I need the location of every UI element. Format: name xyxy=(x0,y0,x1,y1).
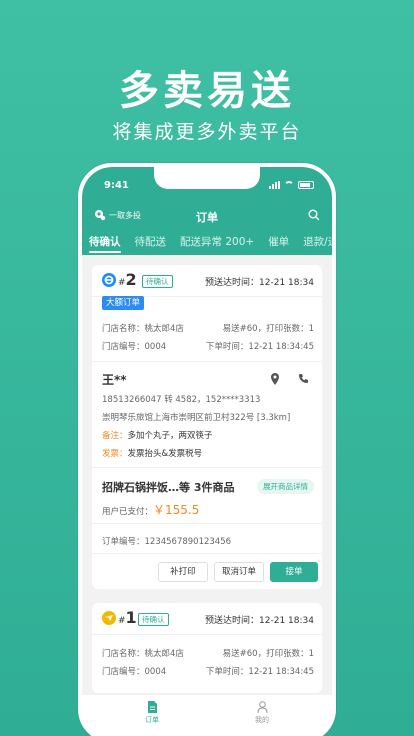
user-icon xyxy=(257,701,267,713)
tab-pending-delivery[interactable]: 待配送 xyxy=(128,235,174,255)
tab-delivery-exception[interactable]: 配送异常 200+ xyxy=(173,235,261,255)
status-badge: 待确认 xyxy=(142,275,173,288)
meituan-logo-icon xyxy=(102,611,116,625)
divider xyxy=(92,634,322,635)
bottom-nav-profile[interactable]: 我的 xyxy=(242,701,282,725)
invoice-value: 发票抬头&发票税号 xyxy=(127,449,203,459)
store-name: 门店名称：桃太郎4店 xyxy=(102,649,184,659)
phone-frame: 9:41 一取多投 订单 待确认 待配送 配送异常 200+ 催单 退款/退 xyxy=(78,163,336,736)
accept-order-button[interactable]: 接单 xyxy=(270,562,318,582)
delivery-time: 预送达时间：12-21 18:34 xyxy=(205,616,314,626)
status-badge: 待确认 xyxy=(138,613,169,626)
order-id: 订单编号：1234567890123456 xyxy=(102,537,232,547)
customer-phone: 18513266047 转 4582，152****3313 xyxy=(102,395,261,405)
wifi-icon xyxy=(284,181,294,189)
tab-reminder[interactable]: 催单 xyxy=(261,235,296,255)
order-invoice: 发票：发票抬头&发票税号 xyxy=(102,447,202,459)
order-serial: 易送#60，打印张数：1 xyxy=(222,324,314,334)
divider xyxy=(92,553,322,554)
paid-amount: ￥155.5 xyxy=(153,503,200,517)
order-serial: 易送#60，打印张数：1 xyxy=(222,649,314,659)
tab-pending-confirm[interactable]: 待确认 xyxy=(82,235,128,255)
customer-name: 王** xyxy=(102,373,127,387)
order-note: 备注：多加个丸子，两双筷子 xyxy=(102,429,213,441)
bottom-nav-orders-label: 订单 xyxy=(145,716,159,724)
order-doc-icon xyxy=(147,701,157,713)
order-tabs: 待确认 待配送 配送异常 200+ 催单 退款/退 xyxy=(82,235,332,255)
note-label: 备注： xyxy=(102,431,128,441)
order-number: #1 xyxy=(118,608,137,627)
paid-label: 用户已支付： xyxy=(102,507,154,517)
customer-address: 崇明琴乐旅馆上海市崇明区前卫村322号 [3.3km] xyxy=(102,413,291,423)
reprint-button[interactable]: 补打印 xyxy=(158,562,208,582)
bottom-nav: 订单 我的 xyxy=(82,695,332,736)
nav-bar: 一取多投 订单 xyxy=(82,207,332,229)
divider xyxy=(92,467,322,468)
store-code: 门店编号：0004 xyxy=(102,667,167,677)
big-order-badge: 大额订单 xyxy=(102,296,145,310)
status-time: 9:41 xyxy=(104,180,129,191)
store-name: 门店名称：桃太郎4店 xyxy=(102,324,184,334)
signal-icon xyxy=(269,181,280,189)
paid-info: 用户已支付：￥155.5 xyxy=(102,501,199,518)
status-icons xyxy=(269,181,314,189)
search-icon[interactable] xyxy=(308,209,320,221)
order-time: 下单时间：12-21 18:34:45 xyxy=(205,342,314,352)
map-pin-icon[interactable] xyxy=(270,373,280,385)
cancel-order-button[interactable]: 取消订单 xyxy=(214,562,264,582)
order-time: 下单时间：12-21 18:34:45 xyxy=(205,667,314,677)
top-bar: 9:41 一取多投 订单 待确认 待配送 配送异常 200+ 催单 退款/退 xyxy=(82,167,332,255)
phone-notch xyxy=(154,167,260,189)
app-screen: 9:41 一取多投 订单 待确认 待配送 配送异常 200+ 催单 退款/退 xyxy=(82,167,332,736)
store-code: 门店编号：0004 xyxy=(102,342,167,352)
battery-icon xyxy=(298,181,314,189)
phone-call-icon[interactable] xyxy=(298,373,309,384)
bottom-nav-orders[interactable]: 订单 xyxy=(132,701,172,725)
tab-refund[interactable]: 退款/退 xyxy=(296,235,332,255)
order-card[interactable]: #2 待确认 预送达时间：12-21 18:34 大额订单 门店名称：桃太郎4店… xyxy=(92,265,322,589)
order-card[interactable]: #1 待确认 预送达时间：12-21 18:34 门店名称：桃太郎4店 易送#6… xyxy=(92,603,322,693)
expand-goods-button[interactable]: 展开商品详情 xyxy=(257,479,314,494)
promo-subtitle: 将集成更多外卖平台 xyxy=(112,121,302,143)
invoice-label: 发票： xyxy=(102,449,128,459)
bottom-nav-profile-label: 我的 xyxy=(255,716,269,724)
delivery-time: 预送达时间：12-21 18:34 xyxy=(205,278,314,288)
note-value: 多加个丸子，两双筷子 xyxy=(127,431,213,441)
divider xyxy=(92,523,322,524)
divider xyxy=(92,361,322,362)
eleme-logo-icon xyxy=(102,273,116,287)
goods-summary: 招牌石锅拌饭…等 3件商品 xyxy=(102,481,235,494)
promo-title: 多卖易送 xyxy=(119,68,295,114)
page-title: 订单 xyxy=(196,211,218,224)
order-number: #2 xyxy=(118,270,137,289)
